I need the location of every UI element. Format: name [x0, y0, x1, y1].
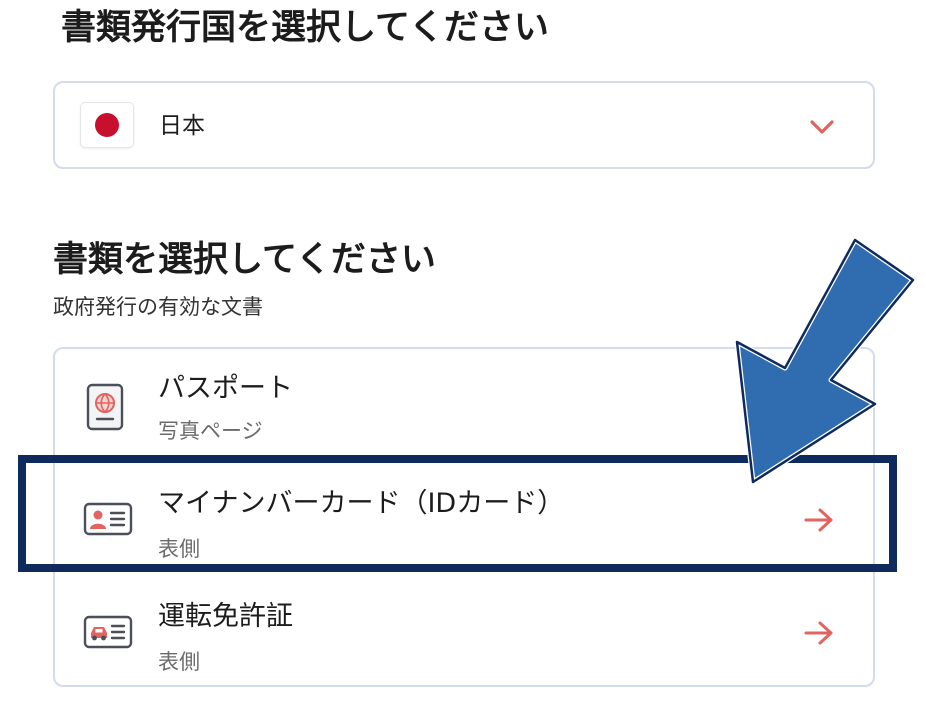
country-select[interactable]: 日本	[53, 81, 875, 169]
document-section-heading: 書類を選択してください	[53, 240, 436, 280]
chevron-down-icon[interactable]	[809, 119, 835, 135]
country-section-heading: 書類発行国を選択してください	[61, 8, 549, 48]
document-option-title: パスポート	[158, 373, 293, 404]
document-option-passport[interactable]: パスポート 写真ページ	[55, 349, 873, 462]
id-card-icon	[83, 502, 133, 536]
driver-license-icon	[83, 615, 133, 649]
document-option-mynumber-card[interactable]: マイナンバーカード（IDカード） 表側	[55, 462, 873, 575]
arrow-right-icon[interactable]	[803, 507, 835, 533]
document-section-subheading: 政府発行の有効な文書	[53, 295, 263, 319]
document-option-subtitle: 写真ページ	[158, 419, 263, 443]
selected-country-label: 日本	[159, 113, 205, 139]
document-option-title: 運転免許証	[158, 601, 293, 632]
arrow-right-icon[interactable]	[803, 620, 835, 646]
document-option-title: マイナンバーカード（IDカード）	[158, 488, 565, 519]
document-selection-screen: 書類発行国を選択してください 日本 書類を選択してください 政府発行の有効な文書…	[0, 0, 926, 703]
document-option-drivers-license[interactable]: 運転免許証 表側	[55, 575, 873, 688]
passport-icon	[86, 383, 124, 431]
document-option-subtitle: 表側	[158, 650, 200, 674]
document-type-list: パスポート 写真ページ マイナンバーカード（IDカード） 表側 運転免許証 表側	[53, 347, 875, 687]
japan-flag-icon	[81, 103, 133, 147]
document-option-subtitle: 表側	[158, 537, 200, 561]
